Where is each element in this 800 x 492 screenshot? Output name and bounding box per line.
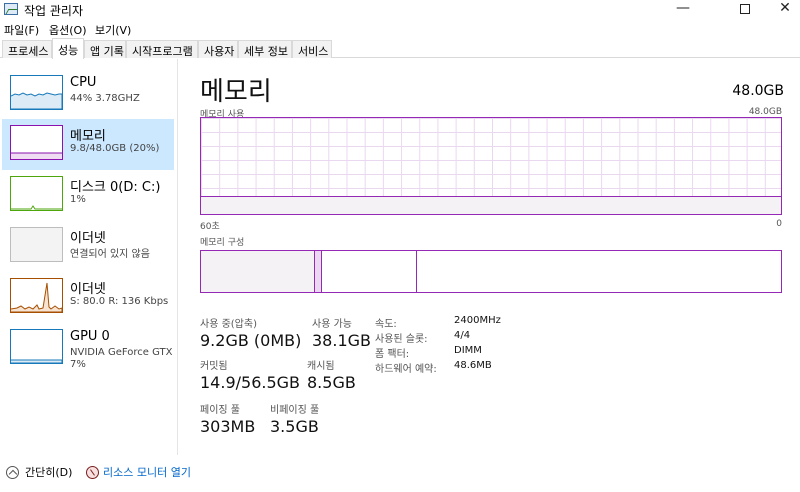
tab-services[interactable]: 서비스 [292, 40, 332, 58]
composition-in-use[interactable] [201, 251, 315, 292]
memory-usage-fill [201, 196, 781, 214]
fewer-details-label: 간단히(D) [25, 466, 73, 479]
footer: 간단히(D) 리소스 모니터 열기 [0, 462, 800, 484]
memory-capacity: 48.0GB [732, 83, 784, 99]
menu-bar: 파일(F) 옵션(O) 보기(V) [0, 20, 800, 38]
close-button[interactable]: ✕ [762, 0, 800, 20]
sidebar-item-label: 이더넷 [70, 231, 106, 246]
sidebar-item-memory[interactable]: 메모리 9.8/48.0GB (20%) [2, 119, 174, 170]
tab-processes[interactable]: 프로세스 [2, 40, 52, 58]
form-factor-value: DIMM [454, 345, 482, 356]
composition-modified[interactable] [315, 251, 322, 292]
sidebar-item-detail: 44% 3.78GHZ [70, 93, 140, 104]
sidebar-item-detail: 7% [70, 359, 86, 370]
graph-time-end: 0 [776, 219, 782, 229]
available-value: 38.1GB [312, 331, 371, 350]
sidebar-item-ethernet[interactable]: 이더넷 S: 80.0 R: 136 Kbps [2, 272, 174, 323]
committed-label: 커밋됨 [200, 361, 228, 372]
minimize-button[interactable]: — [660, 0, 706, 20]
sidebar-item-ethernet-disconnected[interactable]: 이더넷 연결되어 있지 않음 [2, 221, 174, 272]
slots-value: 4/4 [454, 330, 471, 341]
in-use-label: 사용 중(압축) [200, 319, 257, 330]
resource-monitor-icon [86, 466, 99, 479]
committed-value: 14.9/56.5GB [200, 373, 301, 392]
title-bar: 작업 관리자 — ✕ [0, 0, 800, 20]
cpu-mini-graph [10, 75, 63, 110]
page-title: 메모리 [200, 77, 272, 107]
tab-users[interactable]: 사용자 [198, 40, 238, 58]
memory-mini-graph [10, 125, 63, 160]
sidebar-item-detail: S: 80.0 R: 136 Kbps [70, 296, 169, 307]
memory-panel: 메모리 48.0GB 메모리 사용 48.0GB 60초 0 메모리 구성 사용… [200, 59, 790, 455]
composition-free[interactable] [417, 251, 781, 292]
menu-options[interactable]: 옵션(O) [49, 22, 86, 38]
available-label: 사용 가능 [312, 319, 352, 330]
ethernet-mini-graph [10, 227, 63, 262]
nonpaged-pool-label: 비페이징 풀 [270, 405, 320, 416]
in-use-value: 9.2GB (0MB) [200, 331, 302, 350]
sidebar-item-detail: NVIDIA GeForce GTX 10 [70, 347, 174, 358]
cached-label: 캐시됨 [307, 361, 335, 372]
graph-time-start: 60초 [200, 222, 220, 232]
composition-label: 메모리 구성 [200, 238, 245, 248]
chevron-up-icon [6, 466, 19, 479]
sidebar-item-label: 디스크 0(D: C:) [70, 180, 161, 195]
slots-label: 사용된 슬롯: [375, 334, 428, 345]
gpu-mini-graph [10, 329, 63, 364]
form-factor-label: 폼 팩터: [375, 349, 410, 360]
disk-mini-graph [10, 176, 63, 211]
task-manager-icon [4, 3, 18, 15]
resource-monitor-link[interactable]: 리소스 모니터 열기 [86, 464, 191, 480]
sidebar-item-label: GPU 0 [70, 329, 110, 344]
sidebar-item-label: 이더넷 [70, 282, 106, 297]
performance-sidebar: CPU 44% 3.78GHZ 메모리 9.8/48.0GB (20%) 디스크… [0, 59, 178, 455]
menu-file[interactable]: 파일(F) [4, 22, 39, 38]
nonpaged-pool-value: 3.5GB [270, 417, 319, 436]
window-title: 작업 관리자 [24, 4, 84, 18]
tab-strip: 프로세스 성능 앱 기록 시작프로그램 사용자 세부 정보 서비스 [0, 38, 800, 59]
tab-details[interactable]: 세부 정보 [238, 40, 292, 58]
tab-startup[interactable]: 시작프로그램 [126, 40, 198, 58]
resource-monitor-label: 리소스 모니터 열기 [103, 466, 191, 479]
maximize-icon [740, 4, 750, 14]
ethernet-mini-graph [10, 278, 63, 313]
paged-pool-label: 페이징 풀 [200, 405, 240, 416]
hardware-reserved-label: 하드웨어 예약: [375, 364, 437, 375]
sidebar-item-detail: 연결되어 있지 않음 [70, 249, 150, 260]
sidebar-item-detail: 1% [70, 194, 86, 205]
cached-value: 8.5GB [307, 373, 356, 392]
sidebar-item-label: 메모리 [70, 129, 106, 144]
sidebar-item-label: CPU [70, 75, 97, 90]
memory-usage-graph [200, 117, 782, 215]
hardware-reserved-value: 48.6MB [454, 360, 492, 371]
speed-value: 2400MHz [454, 315, 501, 326]
sidebar-item-disk[interactable]: 디스크 0(D: C:) 1% [2, 170, 174, 221]
speed-label: 속도: [375, 319, 397, 330]
fewer-details-button[interactable]: 간단히(D) [6, 464, 72, 480]
usage-graph-max: 48.0GB [748, 107, 782, 117]
memory-composition-bar [200, 250, 782, 293]
sidebar-item-cpu[interactable]: CPU 44% 3.78GHZ [2, 69, 174, 120]
paged-pool-value: 303MB [200, 417, 256, 436]
menu-view[interactable]: 보기(V) [95, 22, 131, 38]
sidebar-item-detail: 9.8/48.0GB (20%) [70, 143, 160, 154]
tab-performance[interactable]: 성능 [52, 38, 84, 59]
sidebar-item-gpu[interactable]: GPU 0 NVIDIA GeForce GTX 10 7% [2, 323, 174, 374]
composition-standby[interactable] [322, 251, 417, 292]
tab-app-history[interactable]: 앱 기록 [84, 40, 126, 58]
